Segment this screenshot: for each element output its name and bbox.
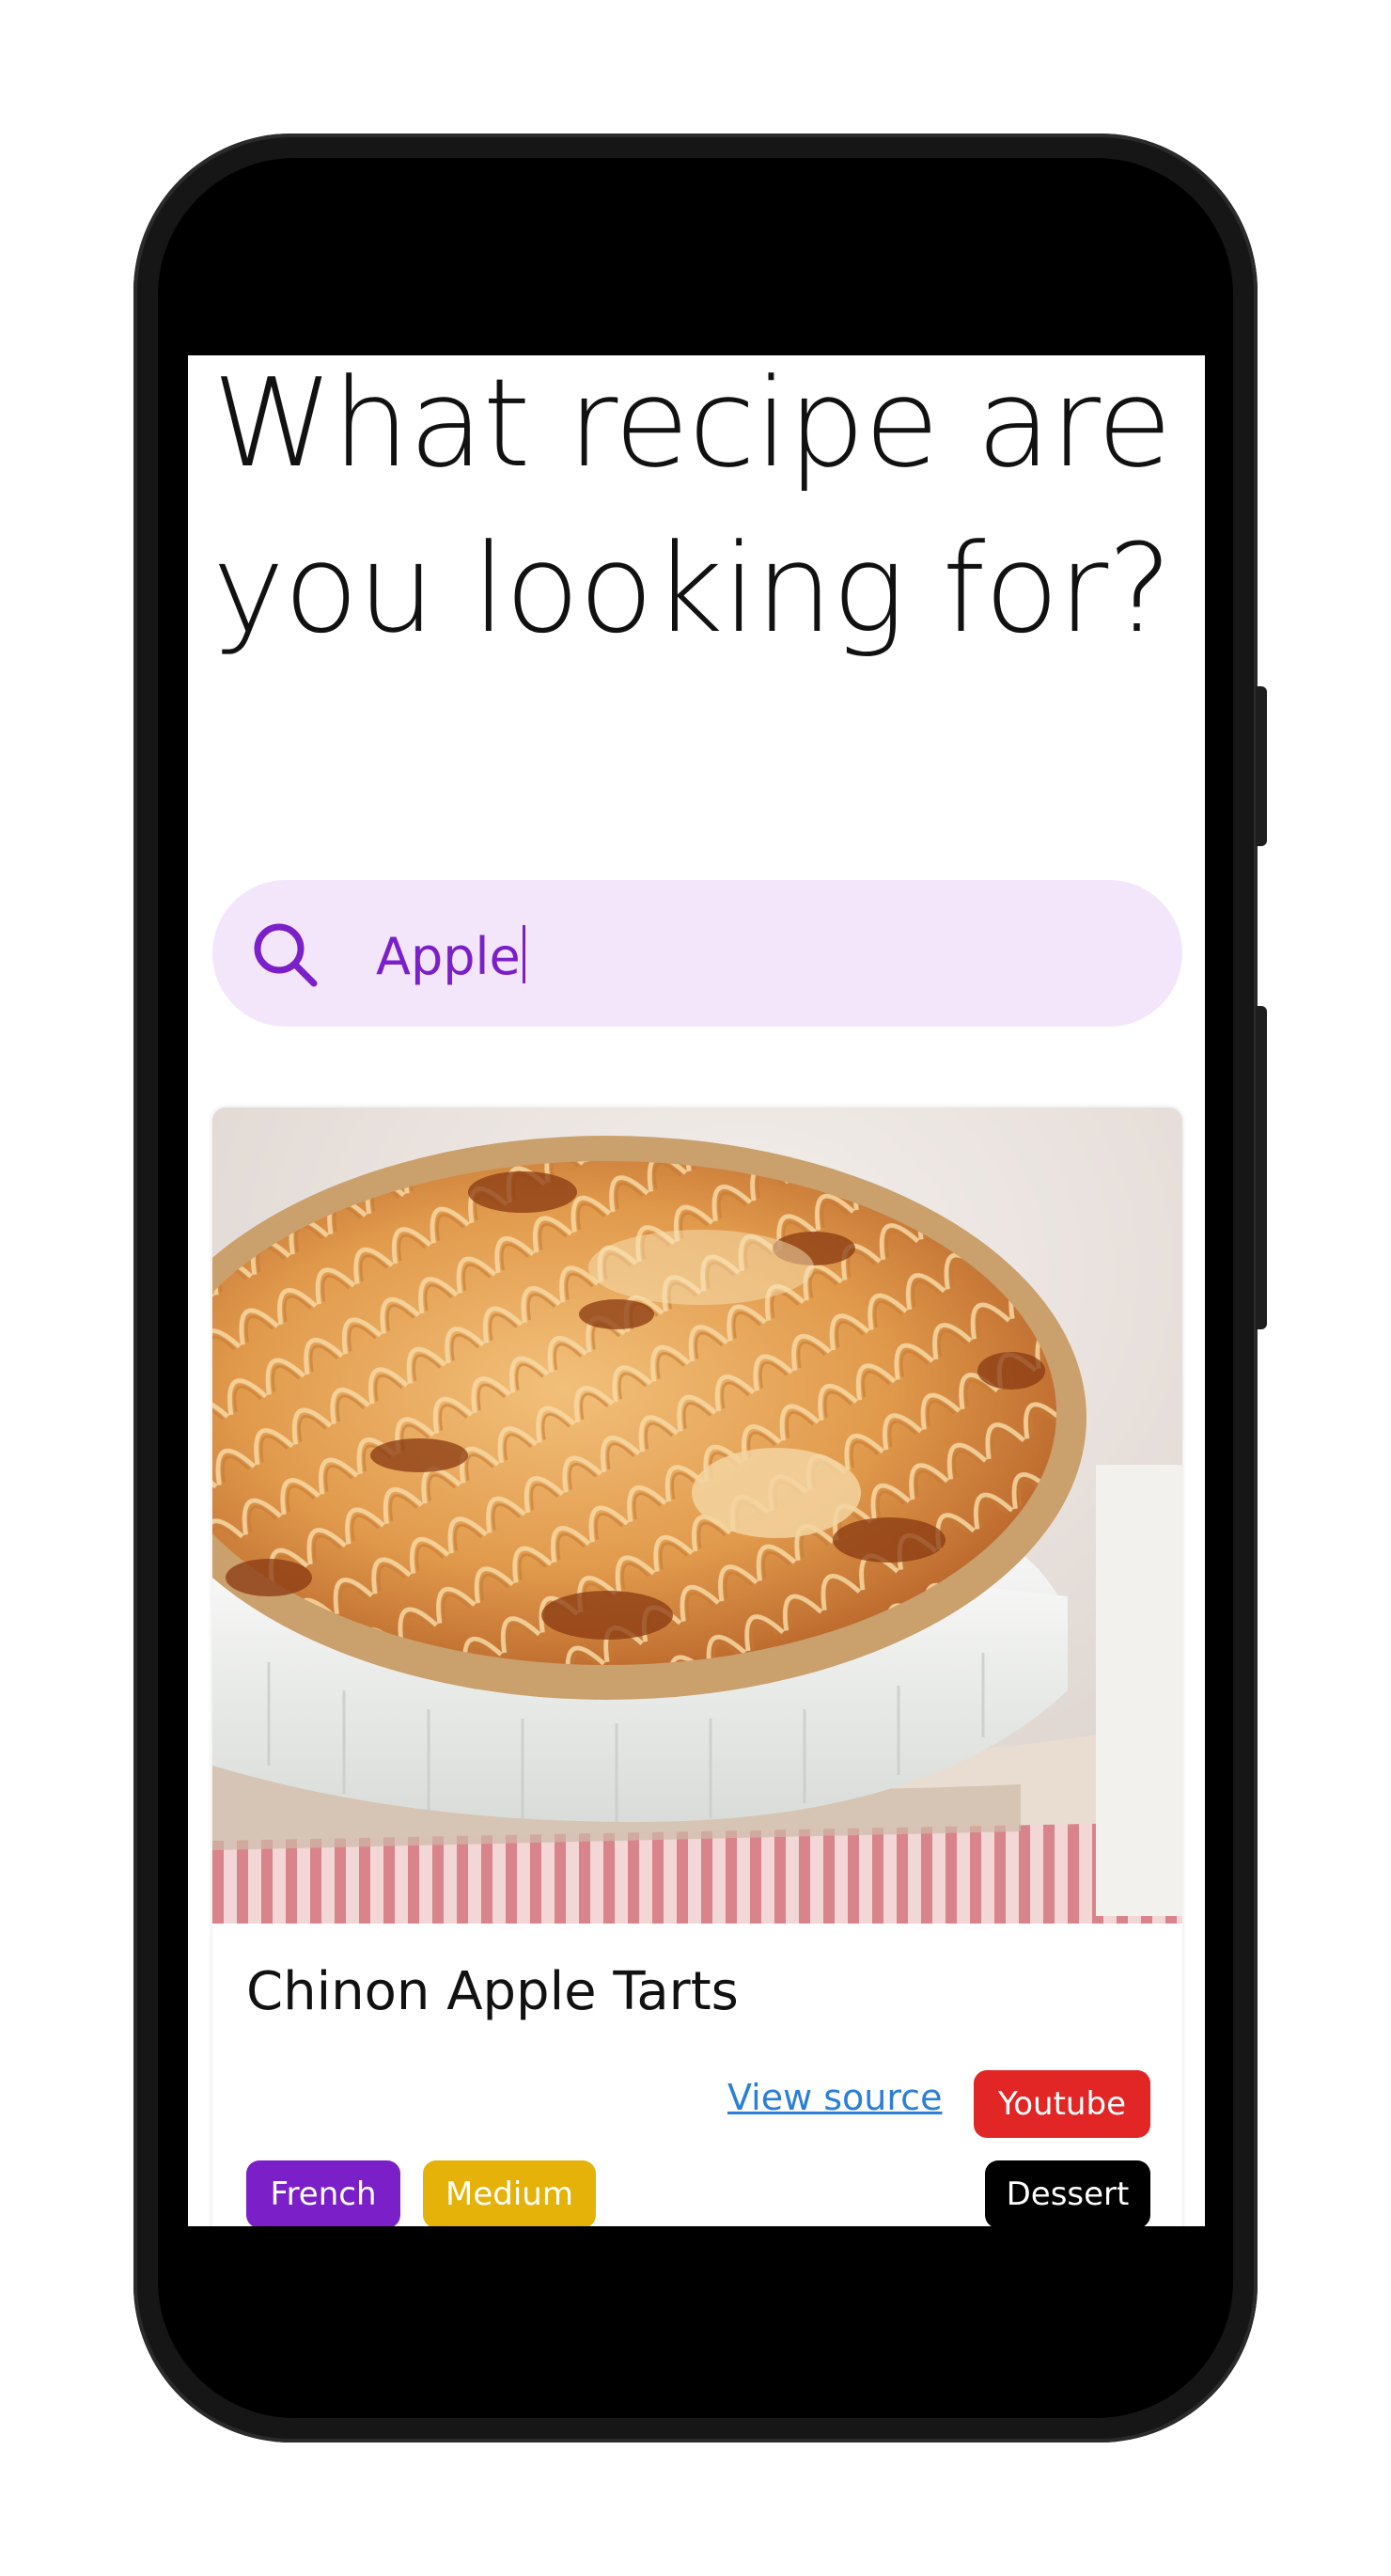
recipe-title: Chinon Apple Tarts bbox=[246, 1961, 739, 2022]
app-screen: What recipe are you looking for? Apple C… bbox=[188, 355, 1205, 2226]
category-tag[interactable]: Dessert bbox=[985, 2160, 1150, 2226]
power-button bbox=[1256, 686, 1267, 846]
search-bar[interactable]: Apple bbox=[212, 880, 1182, 1027]
search-icon[interactable] bbox=[250, 919, 320, 989]
view-source-link[interactable]: View source bbox=[727, 2074, 942, 2121]
youtube-button[interactable]: Youtube bbox=[974, 2070, 1150, 2138]
cuisine-tag[interactable]: French bbox=[246, 2160, 400, 2226]
page-title: What recipe are you looking for? bbox=[212, 355, 1172, 660]
recipe-card[interactable]: Chinon Apple Tarts View source Youtube F… bbox=[212, 1107, 1182, 2226]
text-caret bbox=[522, 925, 525, 983]
volume-button bbox=[1256, 1006, 1267, 1329]
search-input[interactable]: Apple bbox=[376, 925, 525, 985]
search-input-value: Apple bbox=[376, 927, 521, 986]
difficulty-tag[interactable]: Medium bbox=[423, 2160, 596, 2226]
recipe-image[interactable] bbox=[212, 1107, 1182, 1924]
